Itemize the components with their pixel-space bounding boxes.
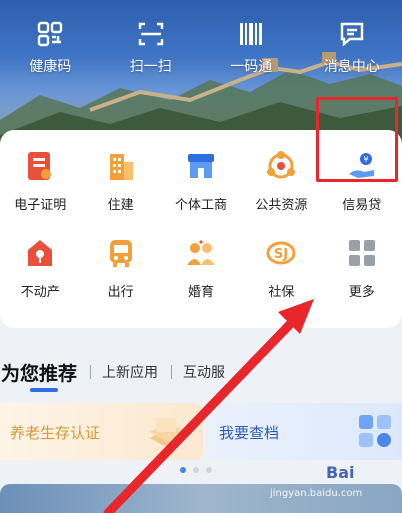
certificate-icon: [22, 148, 58, 184]
card-label: 我要查档: [219, 424, 280, 442]
quick-label: 扫一扫: [129, 59, 172, 75]
carousel-dot[interactable]: [206, 467, 212, 473]
service-label: 信易贷: [342, 198, 382, 213]
building-icon: [103, 148, 139, 184]
service-label: 不动产: [20, 285, 60, 300]
quick-health-code[interactable]: 健康码: [0, 18, 101, 76]
service-label: 更多: [348, 285, 375, 300]
pension-auth-card[interactable]: 养老生存认证: [0, 403, 203, 460]
service-e-certificate[interactable]: 电子证明: [0, 148, 80, 213]
social-security-icon: SJ: [263, 235, 299, 271]
quick-message-center[interactable]: 消息中心: [302, 18, 402, 76]
service-label: 电子证明: [14, 198, 67, 213]
service-more[interactable]: 更多: [322, 235, 402, 300]
service-social-security[interactable]: SJ 社保: [241, 235, 321, 300]
more-grid-icon: [344, 235, 380, 271]
quick-actions-row: 健康码 扫一扫 一码通 消息中心: [0, 18, 402, 76]
service-travel[interactable]: 出行: [80, 235, 160, 300]
carousel-dots: [180, 467, 212, 473]
more-highlight-box: [316, 97, 398, 182]
watermark-text: jingyan.baidu.com: [270, 488, 363, 499]
house-key-icon: [22, 235, 58, 271]
health-code-icon: [34, 18, 66, 50]
service-housing[interactable]: 住建: [80, 148, 160, 213]
recommend-tabs: 为您推荐 上新应用 互动服: [0, 357, 225, 392]
service-label: 出行: [107, 285, 134, 300]
service-individual-business[interactable]: 个体工商: [161, 148, 241, 213]
tab-interactive-service[interactable]: 互动服: [183, 362, 225, 382]
tab-divider: [171, 365, 173, 379]
service-public-resources[interactable]: 公共资源: [241, 148, 321, 213]
message-icon: [336, 18, 368, 50]
shop-icon: [183, 148, 219, 184]
services-row-2: 不动产 出行 婚育 SJ 社保 更多: [0, 235, 402, 300]
tab-recommend[interactable]: 为您推荐: [0, 359, 78, 392]
archive-query-card[interactable]: 我要查档: [207, 403, 402, 460]
quick-barcode[interactable]: 一码通: [201, 18, 302, 76]
resource-icon: [263, 148, 299, 184]
apps-grid-icon: [359, 415, 391, 447]
card-label: 养老生存认证: [10, 424, 101, 442]
couple-icon: [183, 235, 219, 271]
service-label: 婚育: [187, 285, 214, 300]
carousel-dot[interactable]: [180, 467, 186, 473]
service-marriage-birth[interactable]: 婚育: [161, 235, 241, 300]
barcode-icon: [235, 18, 267, 50]
tab-new-apps[interactable]: 上新应用: [102, 362, 158, 382]
service-real-estate[interactable]: 不动产: [0, 235, 80, 300]
quick-label: 健康码: [29, 59, 72, 75]
carousel-dot[interactable]: [193, 467, 199, 473]
tab-label: 为您推荐: [1, 362, 78, 385]
service-label: 公共资源: [255, 198, 308, 213]
tab-divider: [90, 365, 92, 379]
quick-label: 一码通: [230, 59, 273, 75]
tab-active-indicator: [30, 387, 58, 392]
document-stack-icon: [150, 418, 186, 448]
service-label: 社保: [268, 285, 295, 300]
service-label: 个体工商: [174, 198, 227, 213]
quick-scan[interactable]: 扫一扫: [101, 18, 202, 76]
bus-icon: [103, 235, 139, 271]
baidu-logo: Bai: [326, 463, 355, 482]
service-label: 住建: [107, 198, 134, 213]
scan-icon: [135, 18, 167, 50]
svg-text:SJ: SJ: [274, 247, 288, 262]
quick-label: 消息中心: [323, 59, 380, 75]
